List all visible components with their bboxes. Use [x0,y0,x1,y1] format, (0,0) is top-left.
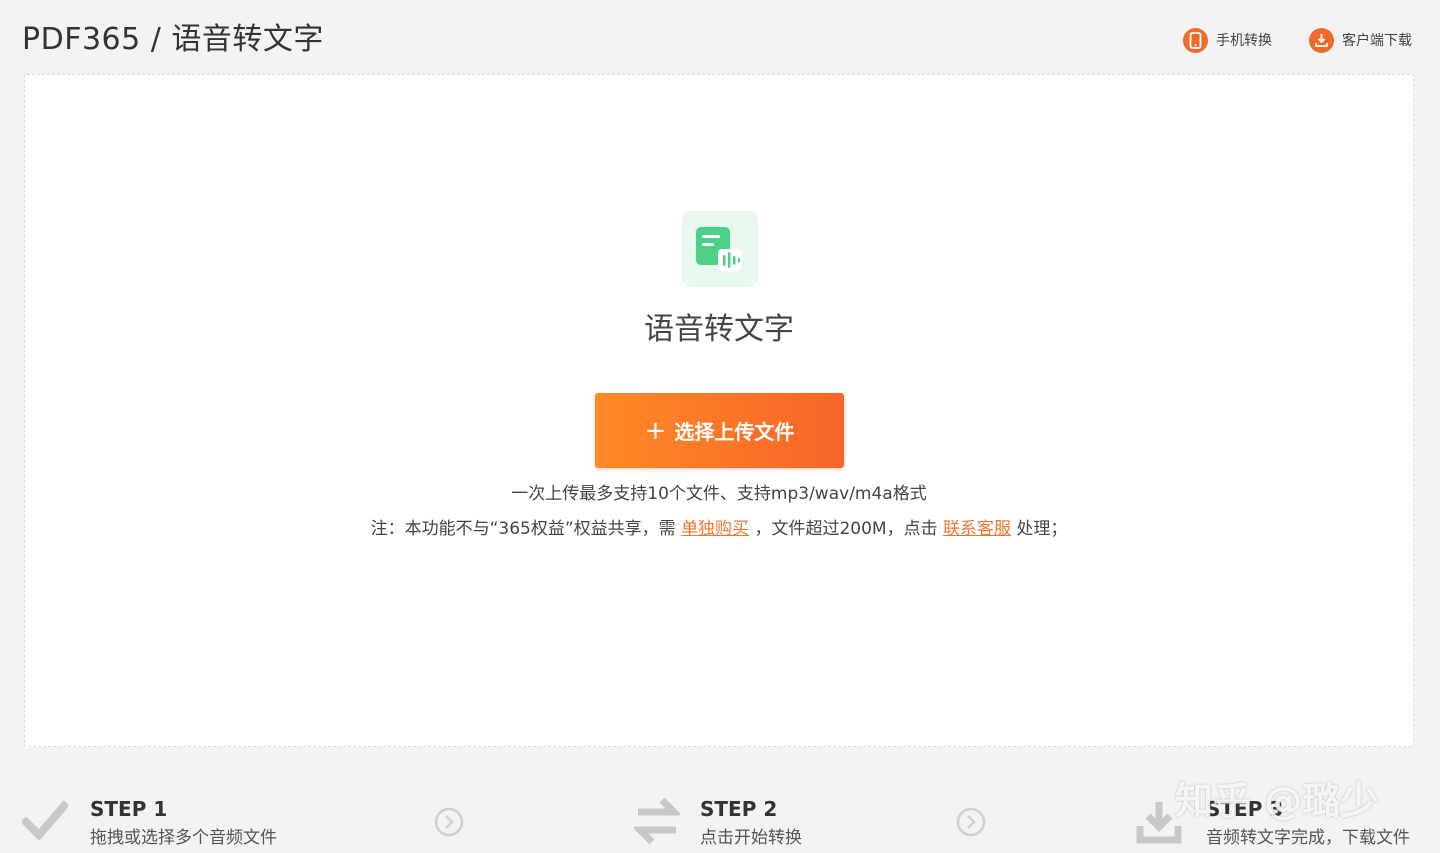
step-3-desc: 音频转文字完成，下载文件 [1206,828,1410,848]
select-upload-file-button[interactable]: + 选择上传文件 [595,393,844,468]
page-title: PDF365 / 语音转文字 [22,22,324,57]
upload-button-label: 选择上传文件 [674,420,795,444]
step-1: STEP 1 拖拽或选择多个音频文件 [20,790,322,853]
watermark: 知乎 @璐少 [1175,779,1379,823]
step-2: STEP 2 点击开始转换 [631,790,934,853]
download-client-icon [1309,27,1334,53]
upload-notice: 注：本功能不与“365权益”权益共享，需 单独购买 ，文件超过200M，点击 联… [25,517,1413,541]
step-1-desc: 拖拽或选择多个音频文件 [90,828,277,848]
upload-drop-zone[interactable]: 语音转文字 + 选择上传文件 一次上传最多支持10个文件、支持mp3/wav/m… [24,74,1414,747]
mobile-convert-label: 手机转换 [1216,33,1272,49]
chevron-right-icon [956,807,986,837]
client-download-label: 客户端下载 [1342,33,1412,49]
step-2-desc: 点击开始转换 [700,828,802,848]
feature-title: 语音转文字 [644,312,794,347]
step-2-title: STEP 2 [700,797,778,821]
notice-prefix: 注：本功能不与“365权益”权益共享，需 [370,519,676,539]
contact-support-link[interactable]: 联系客服 [943,519,1011,539]
upload-limit-hint: 一次上传最多支持10个文件、支持mp3/wav/m4a格式 [511,484,927,504]
step-1-title: STEP 1 [90,797,168,821]
separate-purchase-link[interactable]: 单独购买 [681,519,749,539]
notice-middle: ，文件超过200M，点击 [754,519,938,539]
speech-to-text-icon [682,211,758,287]
client-download-link[interactable]: 客户端下载 [1309,26,1412,54]
mobile-convert-link[interactable]: 手机转换 [1183,26,1272,54]
swap-arrows-icon [631,796,683,850]
check-icon [20,798,70,846]
plus-icon: + [644,415,667,446]
chevron-right-icon [434,807,464,837]
header: PDF365 / 语音转文字 手机转换 客户端下载 [0,0,1440,74]
mobile-phone-icon [1183,27,1208,53]
notice-suffix: 处理； [1016,519,1068,539]
